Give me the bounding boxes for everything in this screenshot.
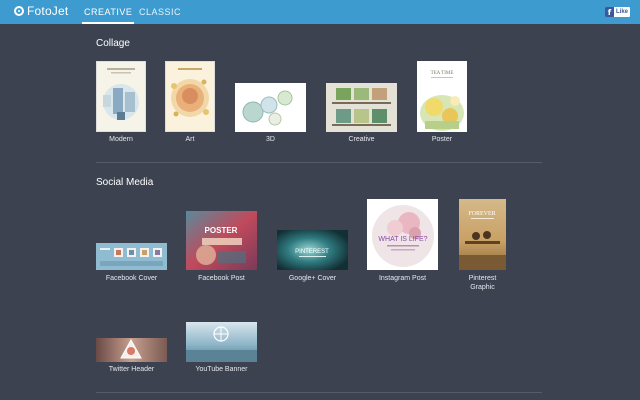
template-label-pinterest-graphic: Pinterest Graphic <box>468 275 497 291</box>
template-thumbnail-art <box>165 61 215 132</box>
tab-classic[interactable]: CLASSIC <box>139 0 181 24</box>
template-label-instagram-post: Instagram Post <box>378 275 427 282</box>
template-thumbnail-facebook-cover <box>96 243 167 270</box>
template-label-facebook-cover: Facebook Cover <box>105 275 158 282</box>
tab-creative[interactable]: CREATIVE <box>81 0 135 24</box>
template-label-twitter-header: Twitter Header <box>108 366 155 373</box>
facebook-like-label: Like <box>615 9 628 15</box>
facebook-post-thumb-text: POSTER <box>205 226 238 235</box>
section-divider-bottom <box>96 392 542 393</box>
logo-text: FotoJet <box>27 4 69 18</box>
template-label-creative: Creative <box>348 136 375 143</box>
section-divider <box>96 162 542 163</box>
template-label-art: Art <box>185 136 195 143</box>
template-label-youtube-banner: YouTube Banner <box>195 366 248 373</box>
section-title-social-media: Social Media <box>96 177 154 188</box>
fotojet-logo[interactable]: FotoJet <box>14 4 68 18</box>
template-label-poster: Poster <box>431 136 453 143</box>
template-thumbnail-facebook-post: POSTER <box>186 211 257 270</box>
top-bar: FotoJet CREATIVE CLASSIC f Like <box>0 0 640 24</box>
template-label-facebook-post: Facebook Post <box>198 275 245 282</box>
template-label-modern: Modern <box>109 136 133 143</box>
google-plus-thumb-text: PINTEREST <box>295 249 329 255</box>
section-title-collage: Collage <box>96 38 130 49</box>
template-thumbnail-modern <box>96 61 146 132</box>
template-thumbnail-creative <box>326 83 397 132</box>
facebook-icon: f <box>604 7 614 17</box>
template-label-google-plus-cover: Google+ Cover <box>288 275 337 282</box>
template-thumbnail-google-plus-cover: PINTEREST <box>277 230 348 270</box>
instagram-thumb-text: WHAT IS LIFE? <box>378 236 427 243</box>
poster-thumb-text: TEA TIME <box>431 71 454 76</box>
facebook-like-button[interactable]: f Like <box>604 7 630 17</box>
template-thumbnail-instagram-post: WHAT IS LIFE? <box>367 199 438 270</box>
camera-lens-icon <box>14 6 24 16</box>
pinterest-thumb-text: FOREVER <box>468 211 495 217</box>
template-thumbnail-3d <box>235 83 306 132</box>
template-thumbnail-twitter-header <box>96 338 167 362</box>
template-thumbnail-pinterest-graphic: FOREVER <box>459 199 506 270</box>
template-thumbnail-youtube-banner <box>186 322 257 362</box>
template-thumbnail-poster: TEA TIME <box>417 61 467 132</box>
template-label-3d: 3D <box>266 136 275 143</box>
